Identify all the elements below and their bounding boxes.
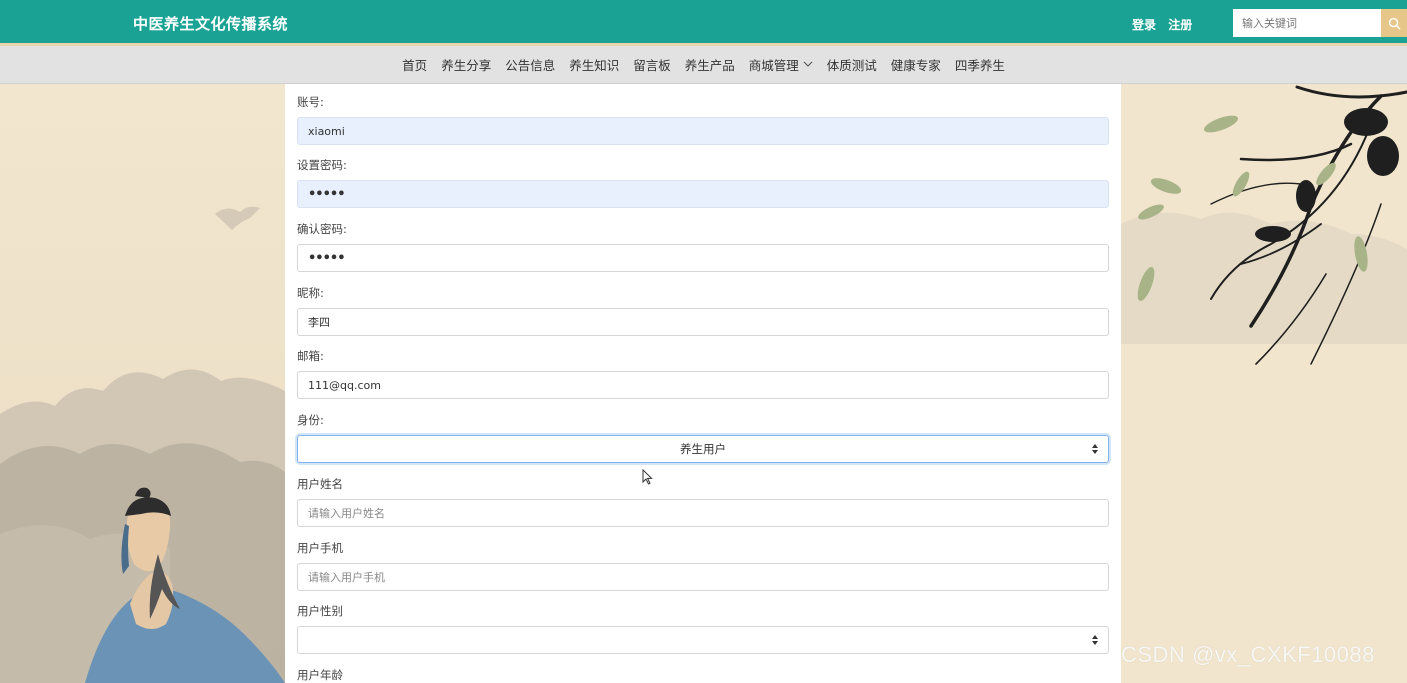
mouse-cursor-icon xyxy=(642,469,653,485)
ink-landscape-illustration xyxy=(0,84,285,683)
realname-label: 用户姓名 xyxy=(297,477,343,491)
nav-item-experts[interactable]: 健康专家 xyxy=(884,55,948,74)
register-form: 账号: 设置密码: ••••• 确认密码: ••••• 昵称: 邮箱: 身份: … xyxy=(285,84,1121,683)
phone-field: 用户手机 xyxy=(297,540,1109,591)
nickname-input[interactable] xyxy=(297,308,1109,336)
account-label: 账号: xyxy=(297,95,324,109)
site-title[interactable]: 中医养生文化传播系统 xyxy=(133,13,288,34)
gender-field: 用户性别 xyxy=(297,603,1109,654)
identity-selected-value: 养生用户 xyxy=(680,442,726,456)
login-link[interactable]: 登录 xyxy=(1132,18,1156,32)
phone-label: 用户手机 xyxy=(297,541,343,555)
search-icon xyxy=(1388,17,1400,29)
nav-item-mall-label: 商城管理 xyxy=(748,58,799,73)
top-header: 中医养生文化传播系统 登录 注册 xyxy=(0,0,1407,46)
nav-item-notice[interactable]: 公告信息 xyxy=(498,55,562,74)
gender-select[interactable] xyxy=(297,626,1109,654)
email-field: 邮箱: xyxy=(297,348,1109,399)
password-label: 设置密码: xyxy=(297,158,347,172)
password-input[interactable]: ••••• xyxy=(297,180,1109,208)
auth-links: 登录 注册 xyxy=(1132,16,1200,33)
realname-input[interactable] xyxy=(297,499,1109,527)
ink-branch-illustration xyxy=(1121,84,1407,683)
select-arrows-icon xyxy=(1092,635,1098,645)
nav-item-home[interactable]: 首页 xyxy=(395,55,434,74)
identity-label: 身份: xyxy=(297,413,324,427)
chevron-down-icon xyxy=(803,61,813,67)
nav-item-guestbook[interactable]: 留言板 xyxy=(626,55,678,74)
phone-input[interactable] xyxy=(297,563,1109,591)
confirm-password-field: 确认密码: ••••• xyxy=(297,221,1109,272)
nav-item-products[interactable]: 养生产品 xyxy=(678,55,742,74)
nav-item-seasons[interactable]: 四季养生 xyxy=(948,55,1012,74)
left-background-painting xyxy=(0,84,285,683)
select-arrows-icon xyxy=(1092,444,1098,454)
account-input[interactable] xyxy=(297,117,1109,145)
right-background-painting xyxy=(1121,84,1407,683)
search-bar xyxy=(1233,9,1407,37)
password-field: 设置密码: ••••• xyxy=(297,157,1109,208)
nav-item-share[interactable]: 养生分享 xyxy=(434,55,498,74)
identity-field: 身份: 养生用户 xyxy=(297,412,1109,463)
nav-item-mall[interactable]: 商城管理 xyxy=(742,55,820,74)
nickname-label: 昵称: xyxy=(297,286,324,300)
main-nav: 首页 养生分享 公告信息 养生知识 留言板 养生产品 商城管理 体质测试 健康专… xyxy=(0,46,1407,84)
confirm-password-input[interactable]: ••••• xyxy=(297,244,1109,272)
register-link[interactable]: 注册 xyxy=(1168,18,1192,32)
realname-field: 用户姓名 xyxy=(297,476,1109,527)
account-field: 账号: xyxy=(297,94,1109,145)
email-input[interactable] xyxy=(297,371,1109,399)
search-input[interactable] xyxy=(1233,9,1381,37)
nav-item-knowledge[interactable]: 养生知识 xyxy=(562,55,626,74)
email-label: 邮箱: xyxy=(297,349,324,363)
age-label: 用户年龄 xyxy=(297,668,343,682)
nav-item-constitution-test[interactable]: 体质测试 xyxy=(820,55,884,74)
watermark-text: CSDN @vx_CXKF10088 xyxy=(1121,642,1375,667)
gender-label: 用户性别 xyxy=(297,604,343,618)
age-field: 用户年龄 xyxy=(297,667,1109,683)
identity-select[interactable]: 养生用户 xyxy=(297,435,1109,463)
search-button[interactable] xyxy=(1381,9,1407,37)
confirm-password-label: 确认密码: xyxy=(297,222,347,236)
nickname-field: 昵称: xyxy=(297,285,1109,336)
